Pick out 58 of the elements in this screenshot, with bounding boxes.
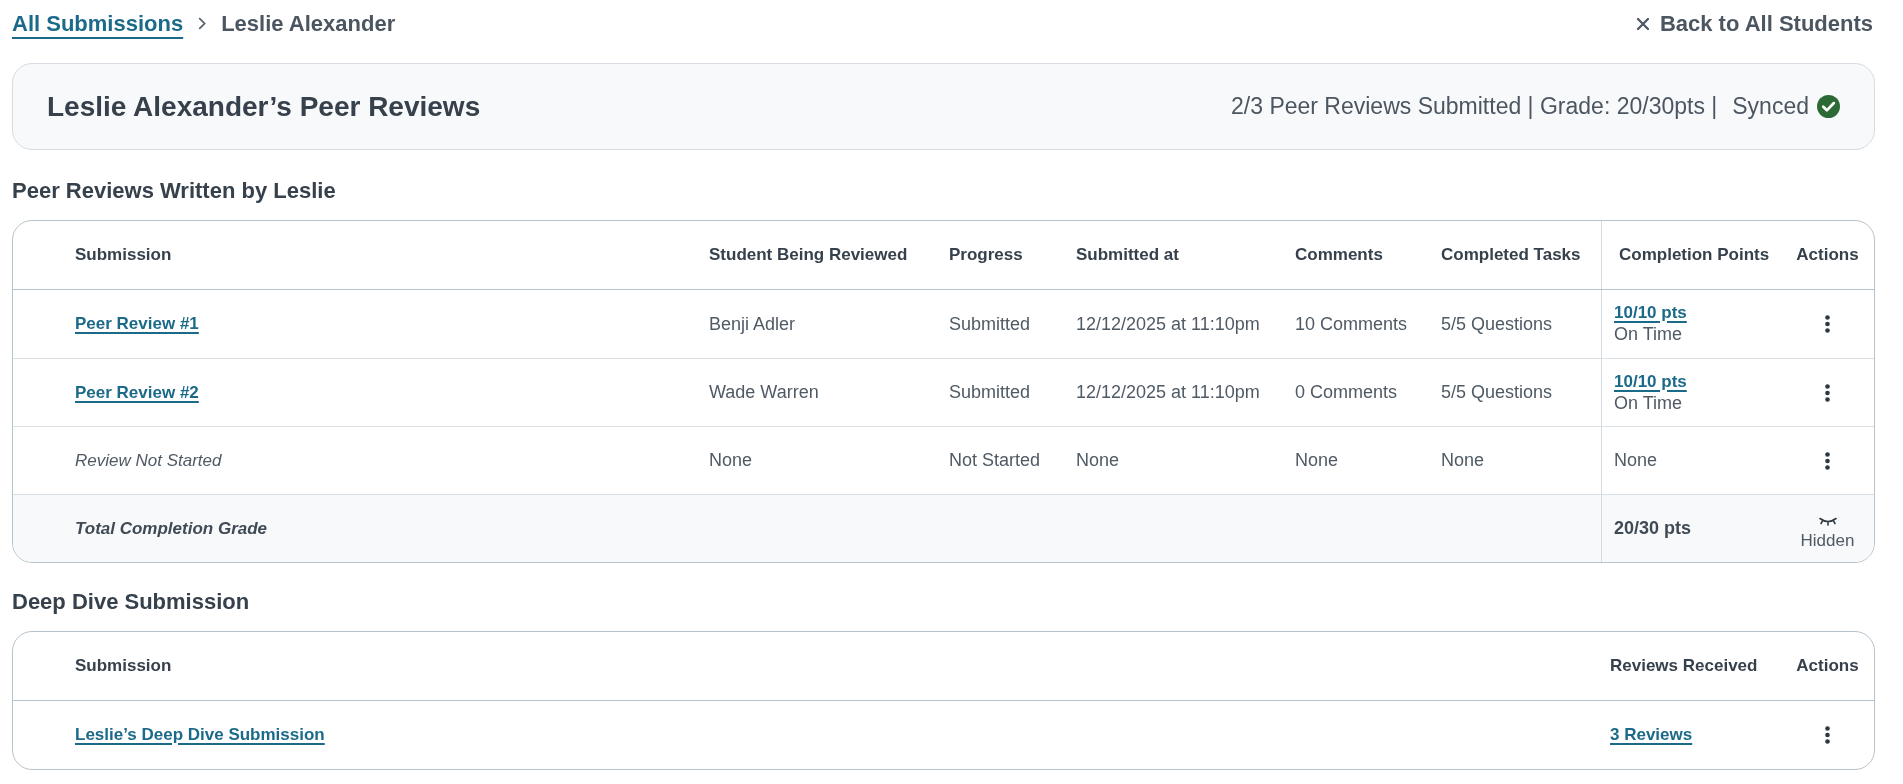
column-header: Comments: [1295, 245, 1383, 265]
vertical-dots-icon: [1825, 726, 1830, 744]
column-header: Reviews Received: [1610, 656, 1758, 676]
breadcrumb-current: Leslie Alexander: [221, 10, 396, 37]
submission-status: Review Not Started: [75, 450, 222, 471]
table-cell: None: [1441, 450, 1485, 471]
column-header: Actions: [1796, 656, 1859, 676]
table-cell: None: [1076, 450, 1120, 471]
more-actions-button[interactable]: [1825, 383, 1830, 402]
table-cell: 0 Comments: [1295, 382, 1398, 403]
column-header: Submission: [75, 245, 172, 265]
table-cell: Wade Warren: [709, 382, 819, 403]
vertical-dots-icon: [1825, 451, 1830, 470]
table-cell: Submitted: [949, 313, 1031, 335]
back-link[interactable]: Back to All Students: [1636, 10, 1873, 37]
close-icon: [1636, 17, 1649, 30]
table-cell: 12/12/2025 at 11:10pm: [1076, 382, 1260, 403]
points-link[interactable]: 10/10 pts: [1614, 371, 1687, 392]
visibility-label: Hidden: [1800, 530, 1855, 551]
more-actions-button[interactable]: [1825, 726, 1830, 744]
total-label: Total Completion Grade: [75, 518, 268, 539]
column-header: Submitted at: [1076, 245, 1179, 265]
more-actions-button[interactable]: [1825, 451, 1830, 470]
page-title: Leslie Alexander’s Peer Reviews: [47, 90, 481, 123]
table-cell: Submitted: [949, 382, 1031, 403]
reviews-link[interactable]: 3 Reviews: [1610, 725, 1693, 745]
table-cell: None: [1295, 450, 1339, 471]
section-title: Deep Dive Submission: [12, 588, 251, 616]
timeliness-label: On Time: [1614, 324, 1683, 345]
table-cell: None: [1614, 450, 1658, 471]
section-title: Peer Reviews Written by Leslie: [12, 177, 337, 205]
table-cell: Benji Adler: [709, 313, 796, 335]
more-actions-button[interactable]: [1825, 315, 1830, 333]
points-link[interactable]: 10/10 pts: [1614, 303, 1687, 323]
submission-link[interactable]: Peer Review #1: [75, 314, 199, 334]
column-header: Submission: [75, 656, 172, 676]
submission-link[interactable]: Leslie’s Deep Dive Submission: [75, 725, 325, 745]
column-header: Completion Points: [1619, 245, 1770, 265]
table-cell: 12/12/2025 at 11:10pm: [1076, 313, 1260, 335]
table-cell: 5/5 Questions: [1441, 313, 1553, 335]
column-header: Student Being Reviewed: [709, 245, 908, 265]
column-header: Actions: [1796, 245, 1859, 265]
timeliness-label: On Time: [1614, 392, 1683, 414]
vertical-dots-icon: [1825, 315, 1830, 333]
table-cell: 10 Comments: [1295, 313, 1408, 335]
table-cell: Not Started: [949, 450, 1041, 471]
total-points: 20/30 pts: [1614, 518, 1692, 539]
check-circle-icon: [1817, 95, 1840, 118]
sync-status: Synced: [1732, 93, 1809, 120]
chevron-right-icon: [198, 17, 207, 30]
review-stats: 2/3 Peer Reviews Submitted | Grade: 20/30pts |: [1231, 93, 1718, 120]
vertical-dots-icon: [1825, 383, 1830, 402]
table-cell: 5/5 Questions: [1441, 382, 1553, 403]
column-header: Completed Tasks: [1441, 245, 1581, 265]
submission-link[interactable]: Peer Review #2: [75, 382, 199, 403]
table-cell: None: [709, 450, 753, 471]
column-header: Progress: [949, 245, 1023, 265]
breadcrumb-link[interactable]: All Submissions: [12, 10, 184, 37]
